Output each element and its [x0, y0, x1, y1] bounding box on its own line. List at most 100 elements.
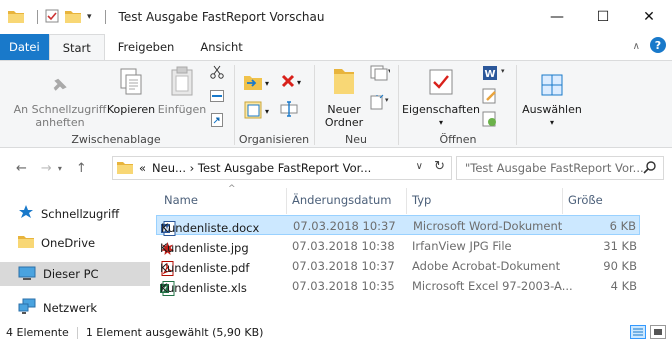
file-name: Kundenliste.jpg — [160, 241, 249, 255]
table-row[interactable]: W Kundenliste.docx 07.03.2018 10:37 Micr… — [156, 215, 640, 236]
new-folder-icon[interactable] — [65, 9, 81, 26]
rename-button[interactable] — [280, 101, 298, 120]
copy-path-icon[interactable] — [210, 90, 224, 105]
sidebar-item-this-pc[interactable]: Dieser PC — [0, 262, 150, 286]
navigation-pane: Schnellzugriff OneDrive Dieser PC Netzwe… — [0, 188, 150, 323]
clipboard-small-buttons — [210, 65, 224, 130]
collapse-ribbon-icon[interactable]: ∧ — [633, 41, 640, 52]
sidebar-item-label: Schnellzugriff — [41, 206, 120, 221]
organize-group-label: Organisieren — [238, 133, 310, 146]
properties-button[interactable]: Eigenschaften ▾ — [402, 67, 480, 129]
search-input[interactable]: "Test Ausgabe FastReport Vor... — [456, 156, 664, 180]
new-folder-icon — [332, 66, 356, 99]
sidebar-item-onedrive[interactable]: OneDrive — [18, 234, 95, 251]
delete-button[interactable]: ▾ — [280, 73, 301, 92]
open-group: Eigenschaften ▾ W ▾ Öffnen — [400, 61, 516, 148]
table-row[interactable]: X Kundenliste.xls 07.03.2018 10:35 Micro… — [156, 276, 640, 296]
properties-icon — [428, 66, 454, 99]
copy-button[interactable]: Kopieren — [106, 67, 156, 116]
breadcrumb-overflow[interactable]: « — [139, 161, 146, 175]
search-placeholder: "Test Ausgabe FastReport Vor... — [465, 161, 644, 175]
properties-label: Eigenschaften — [402, 103, 480, 116]
table-row[interactable]: Kundenliste.pdf 07.03.2018 10:37 Adobe A… — [156, 256, 640, 276]
help-icon[interactable]: ? — [650, 37, 666, 56]
properties-icon[interactable] — [45, 9, 59, 26]
history-icon[interactable] — [482, 111, 498, 130]
svg-text:W: W — [484, 69, 495, 80]
new-group-label: Neu — [345, 133, 367, 146]
new-folder-button[interactable]: Neuer Ordner — [320, 67, 368, 129]
file-size: 4 KB — [610, 279, 637, 293]
dropdown-arrow-icon: ▾ — [438, 118, 443, 127]
minimize-button[interactable]: — — [534, 0, 580, 34]
svg-text:▾: ▾ — [501, 67, 505, 75]
move-to-icon — [244, 73, 264, 94]
tab-share[interactable]: Freigeben — [105, 34, 188, 60]
status-bar: 4 Elemente 1 Element ausgewählt (5,90 KB… — [0, 323, 672, 342]
file-list-header: ^ Name Änderungsdatum Typ Größe — [150, 184, 672, 216]
ribbon-tabs: Datei Start Freigeben Ansicht ∧ ? — [0, 34, 672, 60]
file-date: 07.03.2018 10:37 — [292, 259, 395, 273]
sidebar-item-quick-access[interactable]: Schnellzugriff — [18, 204, 119, 223]
column-divider[interactable] — [562, 188, 563, 214]
star-icon — [18, 204, 34, 223]
file-type: Microsoft Word-Dokument — [413, 219, 563, 233]
large-icons-view-icon[interactable] — [650, 325, 666, 339]
search-icon[interactable] — [643, 160, 657, 177]
address-bar[interactable]: « Neu... › Test Ausgabe FastReport Vor..… — [112, 156, 452, 180]
group-divider — [516, 65, 517, 145]
move-to-button[interactable]: ▾ — [244, 73, 269, 94]
edit-icon[interactable] — [482, 88, 498, 107]
column-header-type[interactable]: Typ — [412, 193, 431, 207]
paste-shortcut-icon[interactable] — [211, 113, 223, 130]
clipboard-group-label: Zwischenablage — [71, 133, 161, 146]
folder-icon — [18, 234, 34, 251]
group-divider — [398, 65, 399, 145]
up-icon[interactable]: ↑ — [76, 161, 87, 176]
forward-icon[interactable]: → — [41, 161, 52, 176]
table-row[interactable]: Kundenliste.jpg 07.03.2018 10:38 IrfanVi… — [156, 236, 640, 256]
back-icon[interactable]: ← — [16, 161, 27, 176]
folder-icon — [8, 9, 24, 26]
sidebar-item-label: Netzwerk — [43, 300, 98, 315]
column-divider[interactable] — [406, 188, 407, 214]
file-type: Adobe Acrobat-Dokument — [412, 259, 561, 273]
maximize-button[interactable]: ☐ — [580, 0, 626, 34]
address-dropdown-icon[interactable]: ∨ — [416, 161, 423, 172]
sidebar-item-network[interactable]: Netzwerk — [18, 298, 97, 317]
copy-label: Kopieren — [106, 103, 156, 116]
details-view-icon[interactable] — [630, 325, 646, 339]
copy-to-button[interactable]: ▾ — [244, 101, 269, 122]
pin-quick-access-button[interactable]: An Schnellzugriff anheften — [10, 67, 110, 129]
file-date: 07.03.2018 10:38 — [292, 239, 395, 253]
cut-icon[interactable] — [210, 65, 224, 82]
svg-text:?: ? — [655, 39, 661, 52]
open-with-word-icon[interactable]: W ▾ — [482, 65, 506, 84]
file-date: 07.03.2018 10:35 — [292, 279, 395, 293]
select-button[interactable]: Auswählen ▾ — [522, 67, 582, 129]
column-divider[interactable] — [286, 188, 287, 214]
close-button[interactable]: ✕ — [626, 0, 672, 34]
selection-info: 1 Element ausgewählt (5,90 KB) — [85, 326, 264, 339]
column-header-date[interactable]: Änderungsdatum — [292, 193, 391, 207]
easy-access-icon[interactable]: ▾ — [370, 94, 390, 113]
select-group: Auswählen ▾ — [518, 61, 586, 148]
tab-start[interactable]: Start — [48, 34, 105, 60]
new-item-icon[interactable]: ▾ — [370, 65, 392, 84]
recent-locations-icon[interactable]: ▾ — [58, 164, 62, 173]
breadcrumb[interactable]: Neu... › Test Ausgabe FastReport Vor... — [152, 161, 371, 175]
pin-icon — [49, 74, 71, 99]
file-name: Kundenliste.pdf — [160, 261, 250, 275]
paste-button[interactable]: Einfügen — [156, 66, 208, 116]
refresh-icon[interactable]: ↻ — [434, 159, 445, 174]
window-controls: — ☐ ✕ — [534, 0, 672, 34]
customize-dropdown-icon[interactable]: ▾ — [87, 12, 92, 22]
dropdown-arrow-icon: ▾ — [549, 118, 554, 127]
tab-file[interactable]: Datei — [0, 34, 49, 60]
column-header-size[interactable]: Größe — [568, 193, 603, 207]
explorer-window: ▾ Test Ausgabe FastReport Vorschau — ☐ ✕… — [0, 0, 672, 342]
divider — [76, 326, 78, 339]
tab-view[interactable]: Ansicht — [187, 34, 255, 60]
column-header-name[interactable]: Name — [164, 193, 198, 207]
navigation-buttons: ← → ▾ ↑ — [0, 161, 87, 176]
